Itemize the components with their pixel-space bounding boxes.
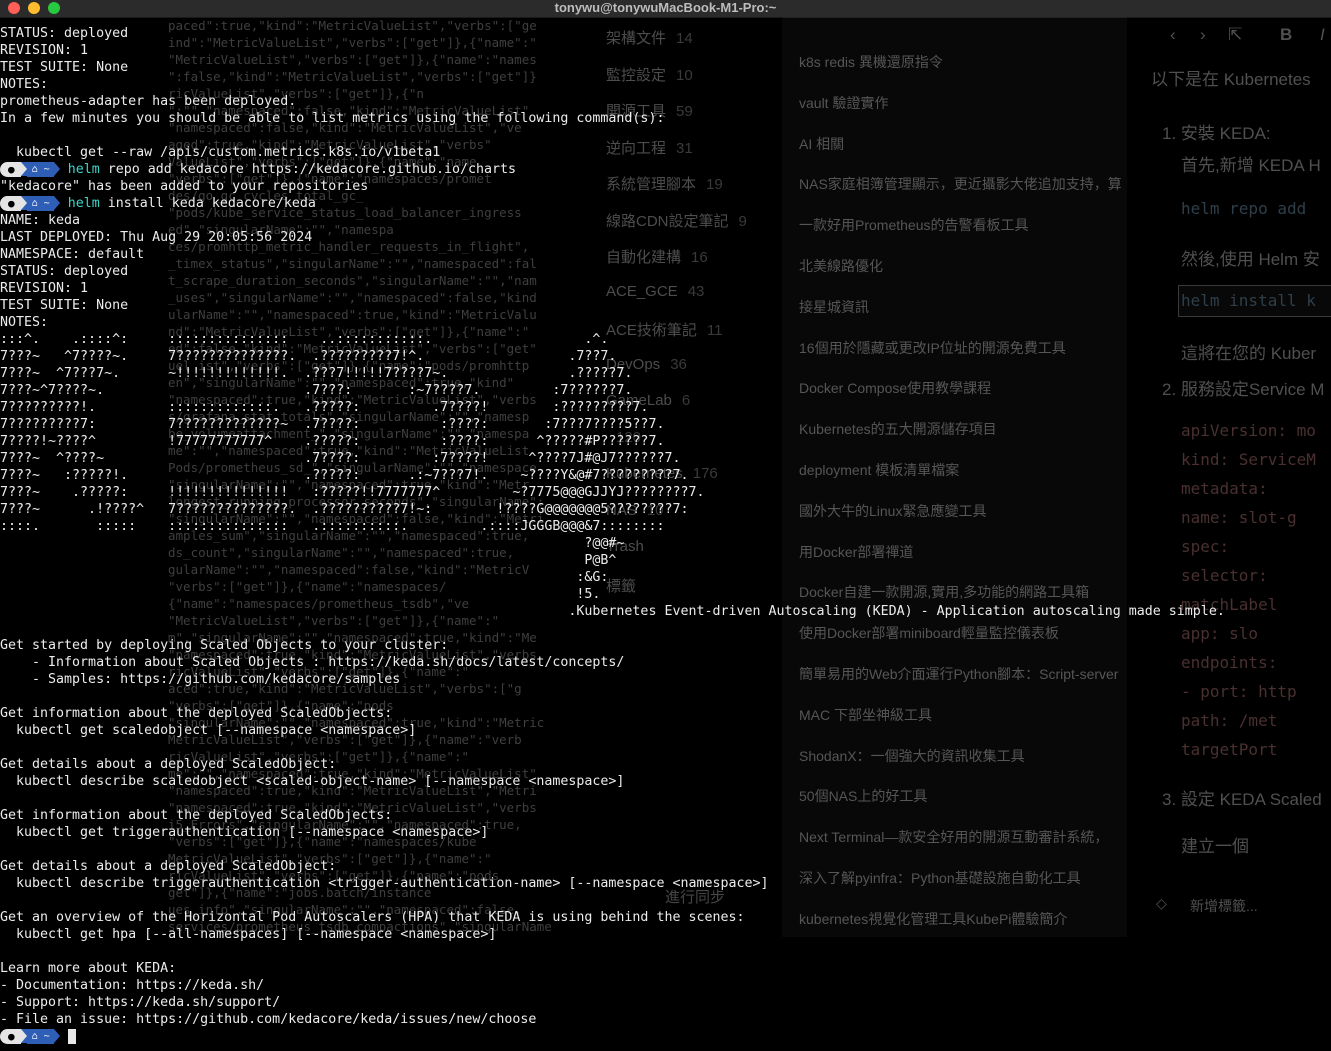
terminal-line: TEST SUITE: None (0, 60, 129, 75)
terminal-line: Get started by deploying Scaled Objects … (0, 638, 449, 653)
prompt-dir: ~ (43, 198, 50, 209)
terminal-line: NAME: keda (0, 213, 81, 228)
terminal-line: kubectl get --raw /apis/custom.metrics.k… (0, 145, 441, 160)
terminal-line: Get information about the deployed Scale… (0, 808, 393, 823)
prompt-dir: ~ (43, 1031, 50, 1042)
terminal-line: - File an issue: https://github.com/keda… (0, 1012, 537, 1027)
terminal-line: kubectl get scaledobject [--namespace <n… (0, 723, 417, 738)
command-args: repo add kedacore https://kedacore.githu… (99, 162, 517, 177)
apple-icon: ● (0, 196, 21, 211)
keda-ascii-art-line: 7???~^7????~. .7???: :~7????7. :7??????7… (0, 383, 633, 398)
apple-icon: ● (0, 1029, 21, 1044)
keda-ascii-art-line: :&G: (0, 570, 609, 585)
keda-ascii-art-line: P@B^ (0, 553, 617, 568)
keda-ascii-art-line: 7???~ .!????^ 7??????????????. .????????… (0, 502, 689, 517)
shell-prompt: ● ⌂ ~ (0, 196, 60, 211)
home-icon: ⌂ ~ (26, 1029, 54, 1044)
terminal-line: NOTES: (0, 315, 49, 330)
terminal-line: kubectl describe scaledobject <scaled-ob… (0, 774, 625, 789)
prompt-separator-icon (53, 162, 60, 176)
keda-ascii-art-line: !5. (0, 587, 601, 602)
terminal-line: STATUS: deployed (0, 26, 129, 41)
terminal-line: "kedacore" has been added to your reposi… (0, 179, 369, 194)
prompt-dir: ~ (43, 164, 50, 175)
terminal-line: - Documentation: https://keda.sh/ (0, 978, 265, 993)
terminal-output[interactable]: STATUS: deployed REVISION: 1 TEST SUITE: N… (0, 25, 1331, 1045)
terminal-line: Learn more about KEDA: (0, 961, 177, 976)
terminal-line: Get details about a deployed ScaledObjec… (0, 757, 337, 772)
keda-ascii-art-line: ::::. ::::: ::::::::::::::: .::::::::::.… (0, 519, 665, 534)
home-icon: ⌂ ~ (26, 162, 54, 177)
window-title: tonywu@tonywuMacBook-M1-Pro:~ (554, 0, 777, 15)
command-program: helm (67, 196, 100, 211)
command-args: install keda kedacore/keda (99, 196, 316, 211)
terminal-line: kubectl describe triggerauthentication <… (0, 876, 769, 891)
terminal-line: TEST SUITE: None (0, 298, 129, 313)
keda-ascii-art-line: 7???~ ^7???7~. ~!!!!!!!!!!!!!. .???7!!!!… (0, 366, 633, 381)
text-cursor (67, 1029, 76, 1044)
shell-prompt: ● ⌂ ~ (0, 162, 60, 177)
apple-icon: ● (0, 162, 21, 177)
terminal-line: Get information about the deployed Scale… (0, 706, 393, 721)
keda-ascii-art-line: 7???~ :?????!. .?????: .:~7???7!. ~????Y… (0, 468, 689, 483)
terminal-line: STATUS: deployed (0, 264, 129, 279)
terminal-line: Get an overview of the Horizontal Pod Au… (0, 910, 745, 925)
terminal-line: In a few minutes you should be able to l… (0, 111, 665, 126)
command-line: ● ⌂ ~ helm install keda kedacore/keda (0, 195, 1331, 212)
terminal-line: - Samples: https://github.com/kedacore/s… (0, 672, 401, 687)
command-program: helm (67, 162, 100, 177)
keda-ascii-art-line: 7???~ ^7????~. 7??????????????. .???????… (0, 349, 617, 364)
keda-ascii-art-line: 7?????????7: 7?????????????~ .7????: :??… (0, 417, 665, 432)
keda-ascii-art-line: .Kubernetes Event-driven Autoscaling (KE… (0, 604, 1225, 619)
title-bar: tonywu@tonywuMacBook-M1-Pro:~ (0, 0, 1331, 18)
terminal-line: NAMESPACE: default (0, 247, 145, 262)
prompt-separator-icon (53, 196, 60, 210)
command-line: ● ⌂ ~ helm repo add kedacore https://keda… (0, 161, 1331, 178)
keda-ascii-art-line: 7?????????!. :::::::::::::. .?????: .7??… (0, 400, 649, 415)
keda-ascii-art-line: 7???~ ^????~ .7????: :7????! ^????7J#@J7… (0, 451, 681, 466)
terminal-line: Get details about a deployed ScaledObjec… (0, 859, 337, 874)
command-line-active[interactable]: ● ⌂ ~ (0, 1028, 1331, 1045)
shell-prompt: ● ⌂ ~ (0, 1029, 60, 1044)
keda-ascii-art-line: :::^. .::::^: ::::::::::::::: ..::::::::… (0, 332, 609, 347)
terminal-line: - Information about Scaled Objects : htt… (0, 655, 625, 670)
terminal-line: NOTES: (0, 77, 49, 92)
terminal-line: LAST DEPLOYED: Thu Aug 29 20:05:56 2024 (0, 230, 313, 245)
prompt-separator-icon (53, 1029, 60, 1043)
terminal-line: - Support: https://keda.sh/support/ (0, 995, 281, 1010)
terminal-line: kubectl get triggerauthentication [--nam… (0, 825, 489, 840)
keda-ascii-art-line: 7???~ .?????: !!!!!!!!!!!!!!! :?????!!77… (0, 485, 705, 500)
keda-ascii-art-line: ?@@#~ (0, 536, 625, 551)
home-icon: ⌂ ~ (26, 196, 54, 211)
terminal-line: kubectl get hpa [--all-namespaces] [--na… (0, 927, 497, 942)
terminal-line: REVISION: 1 (0, 281, 89, 296)
terminal-line: prometheus-adapter has been deployed. (0, 94, 297, 109)
terminal-line: REVISION: 1 (0, 43, 89, 58)
keda-ascii-art-line: 7????!~????^ !77777777777^ .?????: :????… (0, 434, 665, 449)
